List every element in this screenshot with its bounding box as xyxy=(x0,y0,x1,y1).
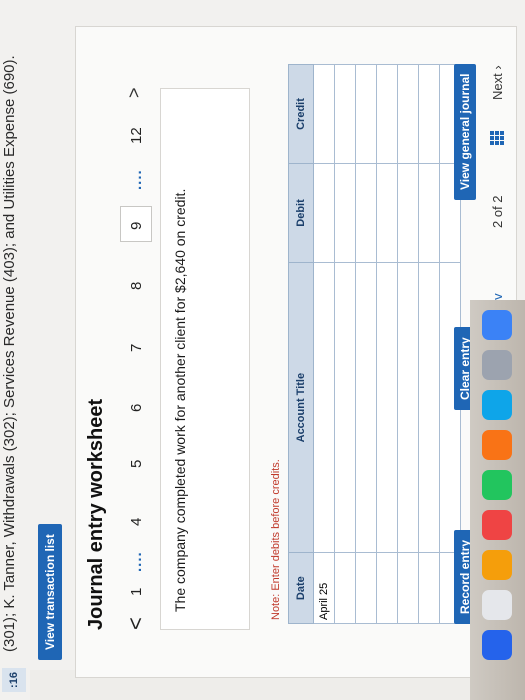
finder-icon[interactable] xyxy=(482,310,512,340)
account-select[interactable] xyxy=(355,262,377,553)
nav-page-6[interactable]: 6 xyxy=(128,404,145,412)
screen: (301); K. Tanner, Withdrawals (302); Ser… xyxy=(0,0,525,700)
app-icon[interactable] xyxy=(482,590,512,620)
app-icon[interactable] xyxy=(482,470,512,500)
nav-page-1[interactable]: 1 xyxy=(128,588,145,596)
account-select[interactable] xyxy=(313,262,335,553)
app-icon[interactable] xyxy=(482,430,512,460)
app-icon[interactable] xyxy=(482,510,512,540)
nav-page-7[interactable]: 7 xyxy=(128,344,145,352)
grid-icon[interactable] xyxy=(490,131,504,145)
credit-input[interactable] xyxy=(397,64,419,164)
credit-input[interactable] xyxy=(313,64,335,164)
debit-input[interactable] xyxy=(313,163,335,263)
account-select[interactable] xyxy=(418,262,440,553)
worksheet-title: Journal entry worksheet xyxy=(85,398,107,630)
col-date: Date xyxy=(288,552,314,624)
credit-input[interactable] xyxy=(418,64,440,164)
prev-entry-arrow-icon[interactable]: < xyxy=(123,617,149,630)
account-select[interactable] xyxy=(397,262,419,553)
date-cell[interactable] xyxy=(376,552,398,624)
appstore-icon[interactable] xyxy=(482,390,512,420)
debit-input[interactable] xyxy=(418,163,440,263)
nav-page-4[interactable]: 4 xyxy=(128,518,145,526)
entry-note: Note: Enter debits before credits. xyxy=(270,459,282,620)
nav-dots-left[interactable]: .... xyxy=(128,551,145,572)
col-credit: Credit xyxy=(288,64,314,164)
credit-input[interactable] xyxy=(376,64,398,164)
nav-page-9[interactable]: 9 xyxy=(128,222,145,230)
table-row xyxy=(334,64,356,624)
entry-navigator: < 1 .... 4 5 6 7 8 9 .... 12 xyxy=(120,114,154,634)
timer: :16 xyxy=(2,666,26,692)
timer-label: :16 xyxy=(2,668,26,692)
debit-input[interactable] xyxy=(397,163,419,263)
view-general-journal-button[interactable]: View general journal xyxy=(454,63,476,200)
date-cell[interactable] xyxy=(334,552,356,624)
date-cell[interactable] xyxy=(397,552,419,624)
date-cell[interactable]: April 25 xyxy=(313,552,335,624)
table-row: April 25 xyxy=(313,64,335,624)
app-icon[interactable] xyxy=(482,630,512,660)
transaction-prompt: The company completed work for another c… xyxy=(172,188,188,612)
date-cell[interactable] xyxy=(355,552,377,624)
debit-input[interactable] xyxy=(355,163,377,263)
col-debit: Debit xyxy=(288,163,314,263)
col-account-title: Account Title xyxy=(288,262,314,553)
account-select[interactable] xyxy=(334,262,356,553)
credit-input[interactable] xyxy=(334,64,356,164)
next-entry-arrow-icon[interactable]: > xyxy=(124,87,145,98)
table-header-row: Date Account Title Debit Credit xyxy=(288,64,314,624)
credit-input[interactable] xyxy=(355,64,377,164)
table-row xyxy=(397,64,419,624)
nav-page-5[interactable]: 5 xyxy=(128,460,145,468)
journal-entry-table: Date Account Title Debit Credit April 25 xyxy=(288,64,461,624)
debit-input[interactable] xyxy=(334,163,356,263)
table-row xyxy=(376,64,398,624)
table-row xyxy=(355,64,377,624)
table-row xyxy=(418,64,440,624)
nav-page-8[interactable]: 8 xyxy=(128,282,145,290)
debit-input[interactable] xyxy=(376,163,398,263)
app-icon[interactable] xyxy=(482,550,512,580)
launchpad-icon[interactable] xyxy=(482,350,512,380)
page-position: 2 of 2 xyxy=(490,195,505,228)
nav-dots-right[interactable]: .... xyxy=(128,169,145,190)
nav-page-12[interactable]: 12 xyxy=(128,127,145,144)
account-select[interactable] xyxy=(376,262,398,553)
next-label: Next xyxy=(490,73,505,100)
view-transaction-list-button[interactable]: View transaction list xyxy=(38,524,62,660)
dock xyxy=(470,300,525,700)
date-cell[interactable] xyxy=(418,552,440,624)
next-button[interactable]: Next › xyxy=(490,65,505,100)
accounts-line: (301); K. Tanner, Withdrawals (302); Ser… xyxy=(1,55,18,652)
